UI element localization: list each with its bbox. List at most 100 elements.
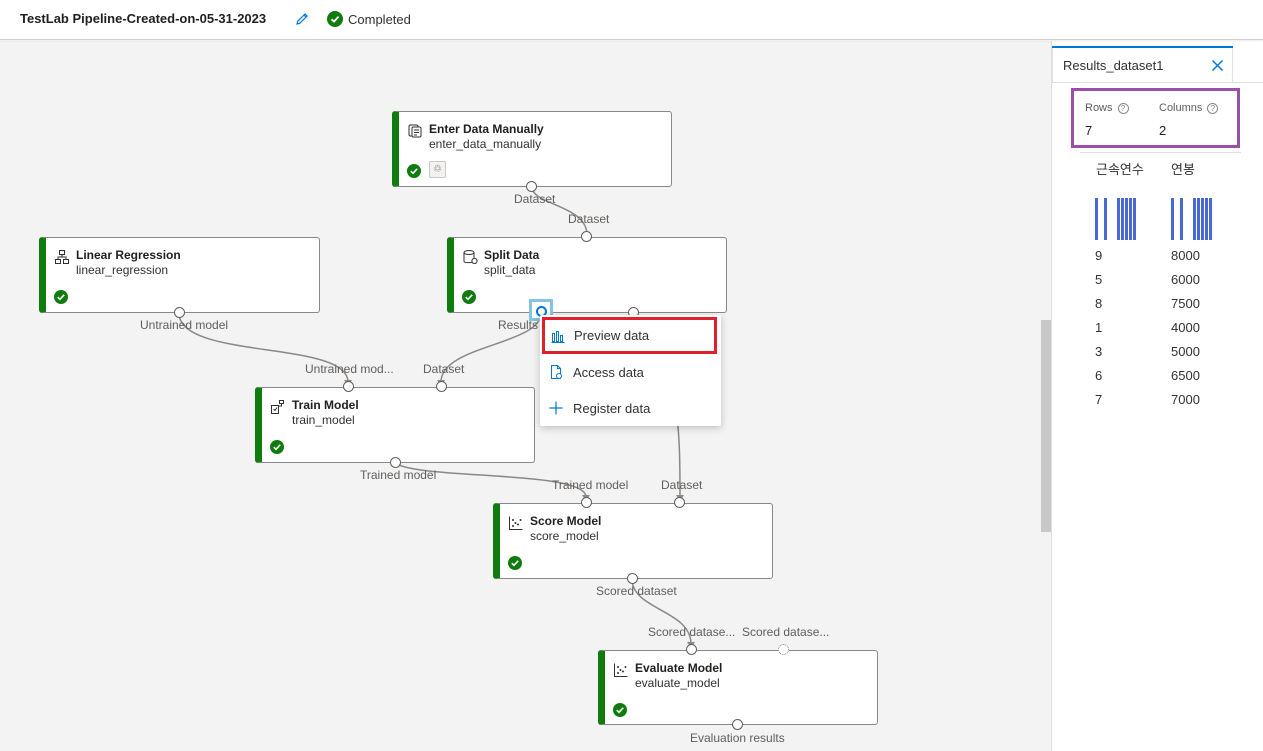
status-badge: Completed	[327, 11, 411, 27]
node-train-model[interactable]: Train Model train_model	[255, 387, 535, 463]
table-cell: 7000	[1171, 392, 1200, 407]
table-cell: 1	[1095, 320, 1103, 335]
port-score-model-input-2[interactable]	[674, 497, 685, 508]
port-label: Scored dataset	[596, 584, 677, 598]
column-header[interactable]: 연봉	[1171, 159, 1195, 178]
port-score-model-output[interactable]	[627, 573, 638, 584]
port-linear-regression-output[interactable]	[174, 307, 185, 318]
close-icon[interactable]	[1211, 59, 1224, 72]
rows-label: Rows?	[1085, 102, 1129, 114]
port-label: Dataset	[423, 362, 465, 376]
table-cell: 7500	[1171, 296, 1200, 311]
checkmark-circle-icon	[54, 290, 68, 304]
table-cell: 6500	[1171, 368, 1200, 383]
table-cell: 9	[1095, 248, 1103, 263]
scatter-chart-icon	[614, 663, 628, 677]
bar-chart-icon	[551, 330, 565, 343]
menu-item-access-data[interactable]: Access data	[540, 354, 721, 390]
node-linear-regression[interactable]: Linear Regression linear_regression	[39, 237, 320, 313]
checkmark-circle-icon	[613, 703, 627, 717]
model-training-icon	[271, 400, 284, 414]
port-label: Untrained mod...	[305, 362, 394, 376]
table-cell: 5	[1095, 272, 1103, 287]
document-icon	[551, 365, 562, 379]
port-split-data-input[interactable]	[581, 231, 592, 242]
table-cell: 3	[1095, 344, 1103, 359]
checkmark-circle-icon	[407, 164, 421, 178]
port-train-model-output[interactable]	[390, 457, 401, 468]
database-icon	[463, 250, 478, 265]
checkmark-circle-icon	[270, 440, 284, 454]
info-icon: ?	[1117, 102, 1129, 114]
node-title: Score Model	[530, 514, 602, 528]
tab-results-dataset1[interactable]: Results_dataset1	[1052, 46, 1233, 82]
column-histogram	[1095, 198, 1136, 240]
menu-item-label: Access data	[573, 364, 644, 380]
pipeline-title: TestLab Pipeline-Created-on-05-31-2023	[20, 11, 267, 26]
menu-item-label: Preview data	[574, 328, 650, 343]
port-score-model-input-1[interactable]	[581, 497, 592, 508]
rows-value: 7	[1085, 123, 1093, 138]
table-cell: 6	[1095, 368, 1103, 383]
data-input-icon	[408, 124, 422, 138]
results-panel: Results_dataset1 Rows? 7 Columns? 2 근속연수…	[1051, 41, 1263, 751]
node-split-data[interactable]: Split Data split_data	[447, 237, 727, 313]
port-label: Untrained model	[140, 318, 229, 332]
node-evaluate-model[interactable]: Evaluate Model evaluate_model	[598, 650, 878, 725]
checkmark-circle-icon	[508, 556, 522, 570]
top-bar: TestLab Pipeline-Created-on-05-31-2023 C…	[0, 0, 1263, 40]
port-evaluate-model-output[interactable]	[732, 719, 743, 730]
table-cell: 6000	[1171, 272, 1200, 287]
columns-label: Columns?	[1159, 102, 1219, 114]
table-cell: 8000	[1171, 248, 1200, 263]
port-label: Evaluation results	[690, 731, 785, 745]
table-cell: 5000	[1171, 344, 1200, 359]
node-subtitle: split_data	[484, 263, 536, 277]
dataset-stats: Rows? 7 Columns? 2	[1071, 88, 1240, 148]
menu-item-preview-data[interactable]: Preview data	[542, 317, 717, 354]
port-evaluate-model-input-2[interactable]	[778, 644, 789, 655]
menu-item-register-data[interactable]: Register data	[540, 390, 721, 426]
port-train-model-input-2[interactable]	[436, 381, 447, 392]
status-text: Completed	[348, 11, 411, 27]
port-label: Dataset	[568, 212, 610, 226]
checkmark-circle-icon	[327, 11, 343, 27]
port-train-model-input-1[interactable]	[343, 381, 354, 392]
table-cell: 4000	[1171, 320, 1200, 335]
menu-item-label: Register data	[573, 400, 651, 416]
table-cell: 8	[1095, 296, 1103, 311]
pencil-icon[interactable]	[294, 11, 310, 27]
port-label: Trained model	[360, 468, 437, 482]
node-enter-data-manually[interactable]: Enter Data Manually enter_data_manually …	[392, 111, 672, 187]
node-title: Linear Regression	[76, 248, 181, 262]
recycle-icon: ♲	[429, 161, 446, 178]
canvas-scrollbar[interactable]	[1041, 320, 1051, 532]
port-label: Scored datase...	[648, 625, 736, 639]
node-title: Train Model	[292, 398, 359, 412]
node-subtitle: linear_regression	[76, 263, 169, 277]
port-label: Dataset	[514, 192, 556, 206]
port-context-menu: Preview data Access data Register data	[540, 315, 721, 426]
node-title: Split Data	[484, 248, 540, 262]
node-title: Evaluate Model	[635, 661, 723, 675]
hierarchy-icon	[55, 250, 69, 264]
node-score-model[interactable]: Score Model score_model	[493, 503, 773, 579]
port-label: Scored datase...	[742, 625, 830, 639]
node-subtitle: score_model	[530, 529, 599, 543]
port-evaluate-model-input-1[interactable]	[686, 644, 697, 655]
port-enter-data-output[interactable]	[526, 181, 537, 192]
column-header[interactable]: 근속연수	[1096, 159, 1144, 178]
node-title: Enter Data Manually	[429, 122, 544, 136]
checkmark-circle-icon	[462, 290, 476, 304]
node-subtitle: evaluate_model	[635, 676, 720, 690]
info-icon: ?	[1207, 102, 1219, 114]
columns-value: 2	[1159, 123, 1167, 138]
column-histogram	[1171, 198, 1212, 240]
table-cell: 7	[1095, 392, 1103, 407]
tab-label: Results_dataset1	[1063, 58, 1164, 73]
node-subtitle: enter_data_manually	[429, 137, 542, 151]
port-label: Trained model	[552, 478, 629, 492]
port-label: Dataset	[661, 478, 703, 492]
scatter-chart-icon	[509, 516, 523, 530]
node-subtitle: train_model	[292, 413, 355, 427]
